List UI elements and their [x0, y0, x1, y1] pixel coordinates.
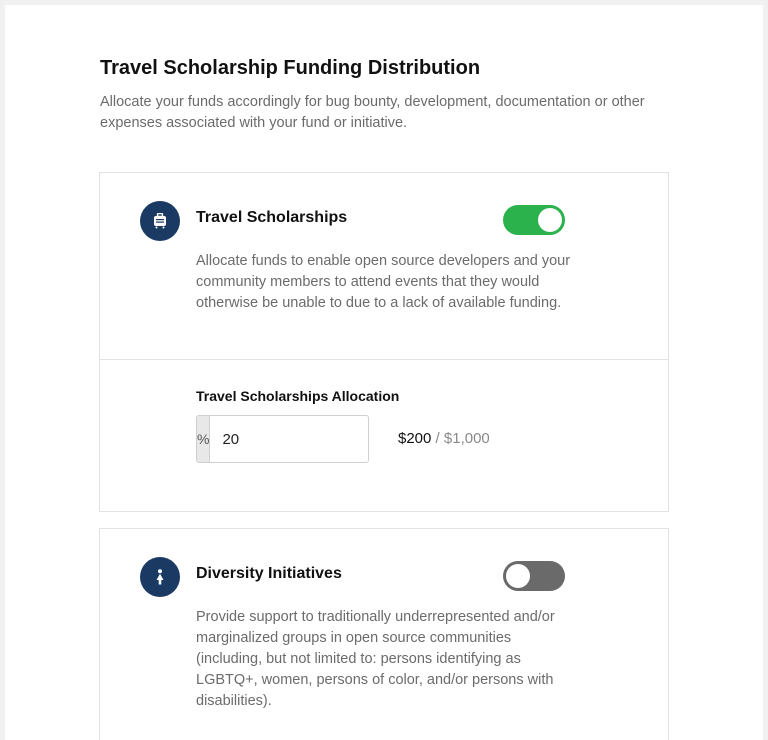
- amount-separator: /: [431, 430, 444, 447]
- card-heading: Travel Scholarships: [196, 209, 348, 226]
- allocated-amount: $200: [398, 430, 432, 447]
- percent-prefix: %: [197, 416, 211, 462]
- allocation-percent-input[interactable]: [210, 416, 368, 462]
- suitcase-icon: [140, 201, 180, 241]
- page-container: Travel Scholarship Funding Distribution …: [5, 5, 763, 740]
- diversity-initiatives-toggle[interactable]: [503, 561, 565, 591]
- card-description: Allocate funds to enable open source dev…: [196, 253, 571, 311]
- toggle-knob: [506, 564, 530, 588]
- card-heading: Diversity Initiatives: [196, 565, 342, 582]
- travel-scholarships-card: Travel Scholarships Allocate funds to en…: [99, 172, 669, 512]
- card-divider: [100, 359, 668, 360]
- diversity-initiatives-card: Diversity Initiatives Provide support to…: [99, 528, 669, 740]
- total-amount: $1,000: [443, 430, 490, 447]
- page-subtitle: Allocate your funds accordingly for bug …: [100, 94, 645, 131]
- allocation-input-group: %: [196, 415, 369, 463]
- page-title: Travel Scholarship Funding Distribution: [100, 57, 481, 79]
- allocation-amount: $200 / $1,000: [398, 430, 490, 447]
- toggle-knob: [538, 208, 562, 232]
- person-icon: [140, 557, 180, 597]
- allocation-label: Travel Scholarships Allocation: [196, 388, 400, 404]
- travel-scholarships-toggle[interactable]: [503, 205, 565, 235]
- card-description: Provide support to traditionally underre…: [196, 609, 555, 709]
